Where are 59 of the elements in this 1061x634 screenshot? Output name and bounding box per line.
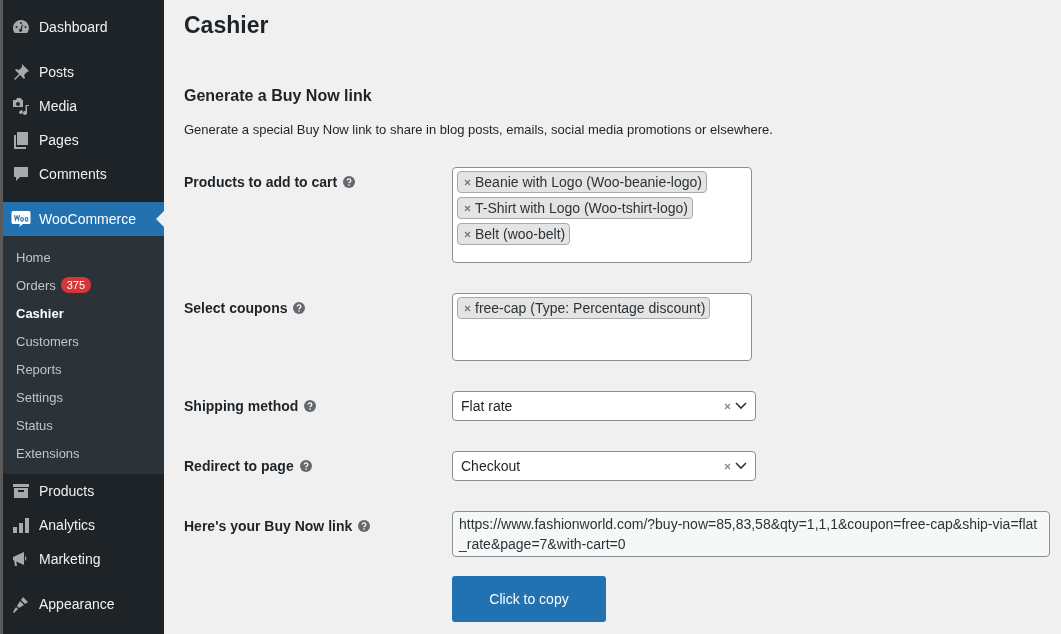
- field-label: Shipping method: [184, 398, 299, 414]
- menu-item[interactable]: Appearance: [3, 587, 164, 621]
- page-title: Cashier: [184, 11, 270, 40]
- help-icon[interactable]: [343, 176, 356, 188]
- section-heading: Generate a Buy Now link: [184, 86, 373, 106]
- speech-bubble-icon: [11, 164, 31, 184]
- link-field[interactable]: https://www.fashionworld.com/?buy-now=85,83,58&qty=1,1,1&coupon=free-cap&ship-via=flat_rate&page=7&with-cart=0: [452, 511, 1050, 557]
- select-field[interactable]: Flat rate: [452, 391, 756, 421]
- clear-icon[interactable]: [724, 462, 731, 470]
- submenu-item[interactable]: Extensions: [16, 445, 80, 461]
- field-label: Redirect to page: [184, 458, 294, 474]
- tag-text: T-Shirt with Logo (Woo-tshirt-logo): [475, 200, 688, 216]
- submenu-item[interactable]: Customers: [16, 333, 79, 349]
- count-badge: 375: [60, 277, 92, 293]
- tag-text: free-cap (Type: Percentage discount): [475, 300, 706, 316]
- submenu-item[interactable]: Orders: [16, 277, 56, 293]
- media-icon: [11, 96, 31, 116]
- chevron-down-icon[interactable]: [735, 462, 747, 470]
- chevron-down-icon[interactable]: [735, 402, 747, 410]
- select-value: Checkout: [461, 458, 522, 474]
- submenu-item[interactable]: Home: [16, 249, 51, 265]
- submenu-item[interactable]: Status: [16, 417, 53, 433]
- archive-box-icon: [11, 481, 31, 501]
- help-icon[interactable]: [293, 302, 306, 314]
- bar-chart-icon: [11, 515, 31, 535]
- select-field[interactable]: Checkout: [452, 451, 756, 481]
- remove-icon[interactable]: [464, 204, 471, 212]
- field-label: Here's your Buy Now link: [184, 518, 353, 534]
- menu-item[interactable]: WooCommerce: [3, 202, 164, 236]
- tag-text: Beanie with Logo (Woo-beanie-logo): [475, 174, 702, 190]
- menu-item[interactable]: Marketing: [3, 542, 164, 576]
- menu-item[interactable]: Comments: [3, 157, 164, 191]
- help-icon[interactable]: [304, 400, 317, 412]
- copy-button[interactable]: Click to copy: [452, 576, 606, 622]
- submenu-item[interactable]: Reports: [16, 361, 62, 377]
- paintbrush-icon: [11, 594, 31, 614]
- remove-icon[interactable]: [464, 304, 471, 312]
- help-icon[interactable]: [358, 520, 371, 532]
- description: Generate a special Buy Now link to share in blog posts, emails, social media promotions or elsewhere.: [184, 122, 774, 137]
- tag-text: Belt (woo-belt): [475, 226, 566, 242]
- menu-item[interactable]: Media: [3, 89, 164, 123]
- menu-item[interactable]: Posts: [3, 55, 164, 89]
- woo-logo-icon: [11, 210, 31, 228]
- menu-item[interactable]: Pages: [3, 123, 164, 157]
- remove-icon[interactable]: [464, 178, 471, 186]
- field-label: Products to add to cart: [184, 174, 338, 190]
- menu-item[interactable]: Analytics: [3, 508, 164, 542]
- field-label: Select coupons: [184, 300, 288, 316]
- submenu-item[interactable]: Cashier: [16, 305, 64, 321]
- help-icon[interactable]: [299, 460, 312, 472]
- menu-item[interactable]: Dashboard: [3, 10, 164, 44]
- multiselect-field[interactable]: free-cap (Type: Percentage discount): [452, 293, 752, 361]
- clear-icon[interactable]: [724, 402, 731, 410]
- remove-icon[interactable]: [464, 230, 471, 238]
- pages-icon: [11, 130, 31, 150]
- select-value: Flat rate: [461, 398, 514, 414]
- menu-item[interactable]: Products: [3, 474, 164, 508]
- multiselect-field[interactable]: Beanie with Logo (Woo-beanie-logo) T-Shirt with Logo (Woo-tshirt-logo) Belt (woo-belt): [452, 167, 752, 263]
- submenu-item[interactable]: Settings: [16, 389, 63, 405]
